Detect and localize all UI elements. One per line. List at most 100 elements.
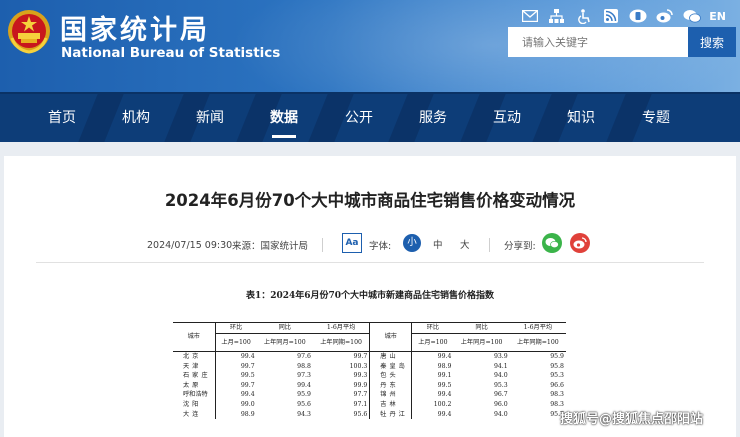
article-source: 来源：国家统计局 [232,241,309,252]
value-cell: 94.0 [493,372,508,380]
price-index-table: 城市 环比 同比 1-6月平均 城市 环比 同比 1-6月平均 上月=100 上… [173,322,566,420]
value-cell: 95.3 [493,381,508,389]
weibo-icon[interactable] [655,8,674,24]
value-cell: 94.3 [297,410,311,418]
city-cell: 吉林 [369,399,413,410]
value-cell: 100.3 [312,361,371,372]
share-weibo-icon[interactable] [570,233,590,253]
city-cell: 太原 [173,380,216,391]
col-yoy-2: 同比 [453,322,510,334]
col-mom: 环比 [215,322,257,334]
search-input[interactable] [508,27,688,57]
watermark: 搜狐号@搜狐焦点邵阳站 [560,412,704,427]
value-cell: 97.6 [297,353,311,360]
article-title: 2024年6月份70个大中城市商品住宅销售价格变动情况 [164,191,576,210]
nav-item-knowledge[interactable]: 知识 [557,94,605,142]
font-size-icon: Aa [342,233,362,253]
value-cell: 99.7 [240,381,255,389]
wechat-icon[interactable] [682,8,701,24]
city-cell: 锦州 [369,390,413,400]
city-cell: 唐山 [369,351,413,362]
value-cell: 95.6 [297,400,311,408]
value-cell: 99.4 [437,353,452,360]
table-row: 天津 99.7 98.8 100.3 秦皇岛 98.9 94.1 95.8 [173,361,566,372]
value-cell: 99.5 [437,381,452,389]
city-cell: 丹东 [369,380,413,391]
value-cell: 95.6 [312,409,371,420]
rss-icon[interactable] [601,8,620,24]
share-label: 分享到: [504,241,536,252]
site-logo-cn[interactable]: 国家统计局 [60,8,210,47]
city-cell: 秦皇岛 [369,361,413,372]
sub-yoy: 上年同月=100 [256,333,313,352]
main-nav: 首页 机构 新闻 数据 公开 服务 互动 知识 专题 [0,92,740,142]
value-cell: 98.3 [550,400,564,408]
sub-mom: 上月=100 [215,333,257,352]
city-cell: 牡丹江 [369,409,413,420]
value-cell: 99.4 [297,381,311,389]
site-logo-en[interactable]: National Bureau of Statistics [61,45,280,61]
nav-item-organization[interactable]: 机构 [112,94,160,142]
value-cell: 100.2 [433,400,452,408]
value-cell: 99.4 [240,391,255,399]
nav-item-topics[interactable]: 专题 [632,94,680,142]
nav-item-open[interactable]: 公开 [335,94,383,142]
share-wechat-icon[interactable] [542,233,562,253]
font-small-button[interactable]: 小 [403,234,421,252]
meta-separator [322,238,323,252]
value-cell: 99.0 [240,400,255,408]
table-row: 沈阳 99.0 95.6 97.1 吉林 100.2 96.0 98.3 [173,399,566,410]
city-cell: 天津 [173,361,216,372]
value-cell: 99.3 [312,371,371,381]
mail-icon[interactable] [520,8,539,24]
col-avg: 1-6月平均 [312,322,371,334]
city-cell: 大连 [173,409,216,420]
value-cell: 96.7 [493,391,508,399]
font-large-button[interactable]: 大 [460,237,470,251]
col-city: 城市 [173,322,216,352]
city-cell: 北京 [173,351,216,362]
value-cell: 93.9 [493,353,508,360]
national-emblem-icon[interactable] [6,8,52,54]
col-avg-2: 1-6月平均 [509,322,566,334]
value-cell: 99.4 [240,353,255,360]
accessibility-icon[interactable] [574,8,593,24]
nav-item-data[interactable]: 数据 [260,94,308,142]
nav-item-service[interactable]: 服务 [409,94,457,142]
nav-item-home[interactable]: 首页 [38,94,86,142]
value-cell: 95.8 [550,362,564,370]
value-cell: 97.1 [312,399,371,410]
col-yoy: 同比 [256,322,313,334]
value-cell: 95.9 [550,353,564,360]
value-cell: 94.0 [493,410,508,418]
value-cell: 97.7 [312,390,371,400]
value-cell: 98.8 [297,362,311,370]
sitemap-icon[interactable] [547,8,566,24]
city-cell: 呼和浩特 [173,390,216,400]
search-button[interactable]: 搜索 [688,27,736,57]
value-cell: 99.7 [312,351,371,362]
meta-separator [489,238,490,252]
english-link[interactable]: EN [709,10,726,23]
nav-item-interaction[interactable]: 互动 [483,94,531,142]
sub-avg: 上年同期=100 [312,333,371,352]
value-cell: 99.5 [240,372,255,380]
font-medium-button[interactable]: 中 [433,237,443,251]
value-cell: 95.3 [550,372,564,380]
value-cell: 99.1 [437,372,452,380]
table-row: 呼和浩特 99.4 95.9 97.7 锦州 99.4 96.7 98.3 [173,390,566,400]
content-area: 2024年6月份70个大中城市商品住宅销售价格变动情况 2024/07/15 0… [0,142,740,437]
value-cell: 98.9 [240,410,255,418]
value-cell: 98.3 [550,391,564,399]
value-cell: 96.0 [493,400,508,408]
header-tools: EN [520,8,726,24]
table-row: 太原 99.7 99.4 99.9 丹东 99.5 95.3 96.6 [173,380,566,391]
col-mom-2: 环比 [411,322,454,334]
value-cell: 99.4 [437,391,452,399]
table-row: 北京 99.4 97.6 99.7 唐山 99.4 93.9 95.9 [173,351,566,362]
table-row: 石家庄 99.5 97.3 99.3 包头 99.1 94.0 95.3 [173,371,566,381]
mobile-icon[interactable] [628,8,647,24]
nav-item-news[interactable]: 新闻 [186,94,234,142]
meta-divider [36,262,704,263]
value-cell: 95.7 [550,410,564,418]
